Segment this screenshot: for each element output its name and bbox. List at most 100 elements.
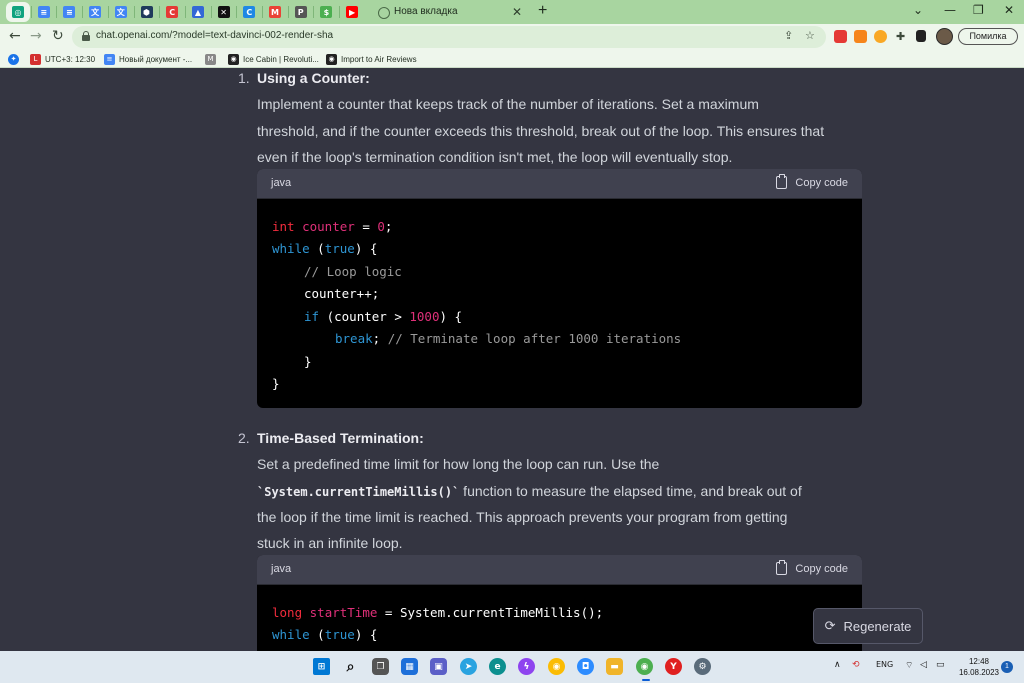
telegram-icon[interactable]: ➤ — [460, 658, 477, 675]
tab-docs[interactable]: ≡ — [32, 2, 56, 22]
bookmark-item[interactable]: ◉ Ice Cabin | Revoluti... — [228, 52, 319, 66]
gmail-icon: M — [269, 6, 281, 18]
code-line: break; // Terminate loop after 1000 iter… — [335, 331, 682, 346]
bookmark-label: Новый документ -... — [119, 54, 193, 64]
bookmark-item[interactable]: ◉ Import to Air Reviews — [326, 52, 417, 66]
tab-docs[interactable]: ≡ — [57, 2, 81, 22]
metamask-icon[interactable] — [854, 30, 867, 43]
regenerate-button[interactable]: ⟳ Regenerate — [813, 608, 923, 644]
clock[interactable]: 12:48 16.08.2023 — [958, 656, 1000, 678]
paragraph-line: even if the loop's termination condition… — [257, 149, 733, 165]
bookmark-item[interactable]: L UTC+3: 12:30 — [30, 52, 95, 66]
battery-icon[interactable]: ▭ — [936, 660, 945, 670]
code-line: if (counter > 1000) { — [304, 309, 463, 324]
code-line: // Loop logic — [304, 264, 402, 279]
code-header: java Copy code — [257, 555, 862, 585]
extension-icon[interactable] — [834, 30, 847, 43]
chevron-up-icon[interactable]: ∧ — [834, 660, 841, 670]
code-line: while (true) { — [272, 627, 378, 642]
teams-icon[interactable]: ▣ — [430, 658, 447, 675]
p-app-icon: P — [294, 6, 307, 18]
notification-badge[interactable]: 1 — [1001, 661, 1013, 673]
tab-chatgpt[interactable]: ◎ — [6, 2, 30, 22]
tab-shield[interactable]: ⬢ — [135, 2, 159, 22]
tab-title: Нова вкладка — [394, 6, 458, 17]
messenger-icon[interactable]: ϟ — [518, 658, 535, 675]
apps-icon[interactable]: ✦ — [8, 52, 23, 66]
code-line: counter++; — [304, 286, 380, 301]
sync-icon[interactable]: ⟲ — [852, 660, 860, 670]
bookmark-icon: ≡ — [104, 53, 115, 65]
copy-code-button[interactable]: Copy code — [776, 560, 848, 575]
bookmark-icon: M — [205, 53, 216, 65]
docs-icon: ≡ — [37, 6, 50, 18]
tab-c-app[interactable]: C — [160, 2, 184, 22]
widgets-icon[interactable]: ▦ — [401, 658, 418, 675]
tab-gmail[interactable]: M — [263, 2, 287, 22]
c-blue-icon: C — [243, 6, 256, 18]
language-indicator[interactable]: ENG — [876, 660, 893, 669]
search-icon[interactable]: ⌕ — [342, 658, 359, 675]
wifi-icon[interactable]: ⌔ — [905, 660, 913, 671]
avatar[interactable] — [936, 28, 953, 45]
tab-c-blue[interactable]: C — [237, 2, 261, 22]
error-button[interactable]: Помилка — [958, 28, 1018, 45]
copy-code-button[interactable]: Copy code — [776, 174, 848, 189]
back-button[interactable]: ← — [9, 28, 21, 44]
paragraph-line: threshold, and if the counter exceeds th… — [257, 123, 825, 139]
code-line: int counter = 0; — [272, 219, 393, 234]
bookmark-item[interactable]: M — [205, 52, 220, 66]
paragraph-line: `System.currentTimeMillis()` function to… — [257, 483, 802, 499]
extension-color-icon[interactable] — [874, 30, 887, 43]
reload-button[interactable]: ↻ — [52, 28, 64, 44]
chrome-active-icon[interactable]: ◉ — [636, 658, 653, 675]
clipboard-icon — [776, 560, 788, 575]
start-icon[interactable]: ⊞ — [313, 658, 330, 675]
code-line: while (true) { — [272, 241, 378, 256]
forward-button[interactable]: → — [30, 28, 42, 44]
tab-close-icon[interactable]: ✕ — [512, 5, 522, 19]
url-text[interactable]: chat.openai.com/?model=text-davinci-002-… — [96, 30, 333, 41]
maximize-button[interactable]: ❐ — [973, 3, 984, 17]
yandex-icon[interactable]: Y — [665, 658, 682, 675]
bookmark-icon: ◉ — [228, 53, 239, 65]
chrome-icon[interactable]: ◉ — [548, 658, 565, 675]
zoom-icon[interactable]: ◘ — [577, 658, 594, 675]
settings-icon[interactable]: ⚙ — [694, 658, 711, 675]
code-line: } — [272, 376, 280, 391]
browser-toolbar: ← → ↻ chat.openai.com/?model=text-davinc… — [0, 24, 1024, 50]
side-panel-icon[interactable] — [916, 30, 926, 42]
code-line: } — [304, 354, 312, 369]
tab-new-tab[interactable]: Нова вкладка ✕ — [370, 2, 530, 24]
tab-youtube[interactable]: ▶ — [340, 2, 364, 22]
tab-translate[interactable]: 文 — [109, 2, 133, 22]
tab-p-app[interactable]: P — [289, 2, 313, 22]
puzzle-icon[interactable]: ✚ — [896, 30, 905, 43]
share-icon[interactable]: ⇪ — [784, 29, 793, 42]
address-bar[interactable]: chat.openai.com/?model=text-davinci-002-… — [72, 26, 826, 48]
refresh-icon: ⟳ — [824, 618, 836, 634]
time: 12:48 — [968, 657, 990, 666]
shield-icon: ⬢ — [140, 6, 153, 18]
item-heading: Time-Based Termination: — [257, 430, 424, 446]
tab-drive[interactable]: ▲ — [186, 2, 210, 22]
edge-icon[interactable]: e — [489, 658, 506, 675]
tab-strip: ◎ ≡ ≡ 文文 ⬢ C ▲ ✕ C M P $ ▶ Нова вкладка ✕ + ⌄ — ❐ ✕ — [0, 0, 1024, 24]
close-window-button[interactable]: ✕ — [1004, 3, 1014, 17]
paragraph-line: stuck in an infinite loop. — [257, 535, 403, 551]
tab-dollar[interactable]: $ — [314, 2, 338, 22]
minimize-button[interactable]: — — [944, 3, 956, 17]
tab-capcut[interactable]: ✕ — [212, 2, 236, 22]
bookmark-item[interactable]: ≡ Новый документ -... — [104, 52, 192, 66]
new-tab-button[interactable]: + — [538, 2, 547, 20]
drive-icon: ▲ — [191, 6, 204, 18]
tab-search-icon[interactable]: ⌄ — [913, 3, 923, 17]
tab-translate[interactable]: 文 — [83, 2, 107, 22]
task-view-icon[interactable]: ❐ — [372, 658, 389, 675]
file-explorer-icon[interactable]: ▬ — [606, 658, 623, 675]
bookmark-star-icon[interactable]: ☆ — [805, 29, 815, 42]
code-header: java Copy code — [257, 169, 862, 199]
code-language: java — [271, 177, 292, 189]
bookmarks-bar: ✦ L UTC+3: 12:30 ≡ Новый документ -... M ◉ Ice… — [0, 50, 1024, 68]
volume-icon[interactable]: ◁ — [920, 660, 927, 670]
